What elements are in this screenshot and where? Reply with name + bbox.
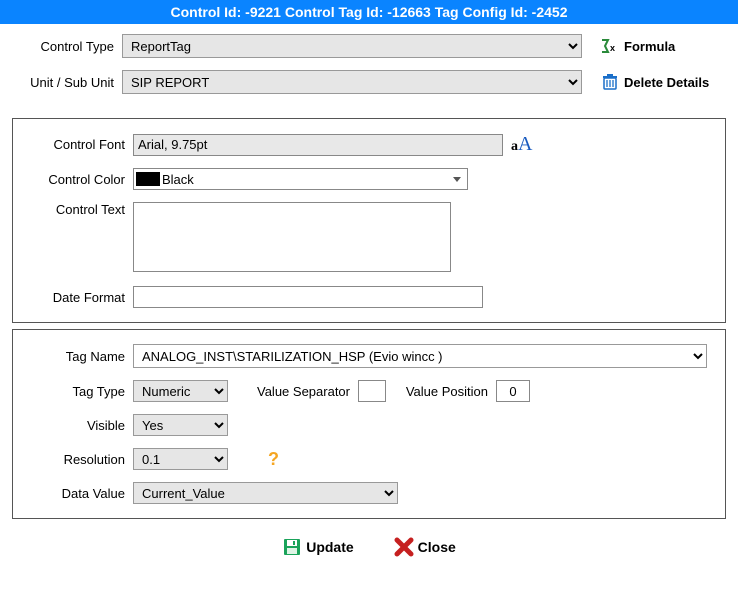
control-font-input[interactable]: [133, 134, 503, 156]
control-font-label: Control Font: [23, 137, 133, 152]
value-position-input[interactable]: [496, 380, 530, 402]
visible-select[interactable]: Yes: [133, 414, 228, 436]
svg-text:x: x: [610, 43, 615, 53]
header-bar: Control Id: -9221 Control Tag Id: -12663…: [0, 0, 738, 24]
tag-name-label: Tag Name: [23, 349, 133, 364]
top-section: Control Type ReportTag x Formula Unit / …: [0, 24, 738, 112]
control-type-label: Control Type: [12, 39, 122, 54]
delete-icon: [600, 73, 620, 91]
font-icon[interactable]: aA: [511, 133, 532, 156]
delete-details-label: Delete Details: [624, 75, 709, 90]
data-value-select[interactable]: Current_Value: [133, 482, 398, 504]
unit-label: Unit / Sub Unit: [12, 75, 122, 90]
delete-details-button[interactable]: Delete Details: [600, 73, 709, 91]
formula-icon: x: [600, 37, 620, 55]
save-icon: [282, 537, 302, 557]
color-swatch: [136, 172, 160, 186]
date-format-label: Date Format: [23, 290, 133, 305]
control-color-select[interactable]: Black: [133, 168, 468, 190]
unit-select[interactable]: SIP REPORT: [122, 70, 582, 94]
date-format-input[interactable]: [133, 286, 483, 308]
control-text-label: Control Text: [23, 202, 133, 217]
visible-label: Visible: [23, 418, 133, 433]
tag-name-select[interactable]: ANALOG_INST\STARILIZATION_HSP (Evio winc…: [133, 344, 707, 368]
header-title: Control Id: -9221 Control Tag Id: -12663…: [171, 4, 568, 20]
close-label: Close: [418, 539, 456, 555]
close-button[interactable]: Close: [394, 537, 456, 557]
control-color-label: Control Color: [23, 172, 133, 187]
panel-control: Control Font aA Control Color Black Cont…: [12, 118, 726, 323]
tag-type-select[interactable]: Numeric: [133, 380, 228, 402]
button-row: Update Close: [0, 525, 738, 575]
update-button[interactable]: Update: [282, 537, 353, 557]
resolution-select[interactable]: 0.1: [133, 448, 228, 470]
update-label: Update: [306, 539, 353, 555]
value-separator-label: Value Separator: [228, 384, 358, 399]
value-separator-input[interactable]: [358, 380, 386, 402]
formula-label: Formula: [624, 39, 675, 54]
panel-tag: Tag Name ANALOG_INST\STARILIZATION_HSP (…: [12, 329, 726, 519]
tag-type-label: Tag Type: [23, 384, 133, 399]
close-icon: [394, 537, 414, 557]
value-position-label: Value Position: [386, 384, 496, 399]
formula-button[interactable]: x Formula: [600, 37, 675, 55]
control-type-select[interactable]: ReportTag: [122, 34, 582, 58]
control-color-value: Black: [162, 172, 194, 187]
control-text-input[interactable]: [133, 202, 451, 272]
resolution-label: Resolution: [23, 452, 133, 467]
data-value-label: Data Value: [23, 486, 133, 501]
help-icon[interactable]: ?: [268, 449, 279, 470]
